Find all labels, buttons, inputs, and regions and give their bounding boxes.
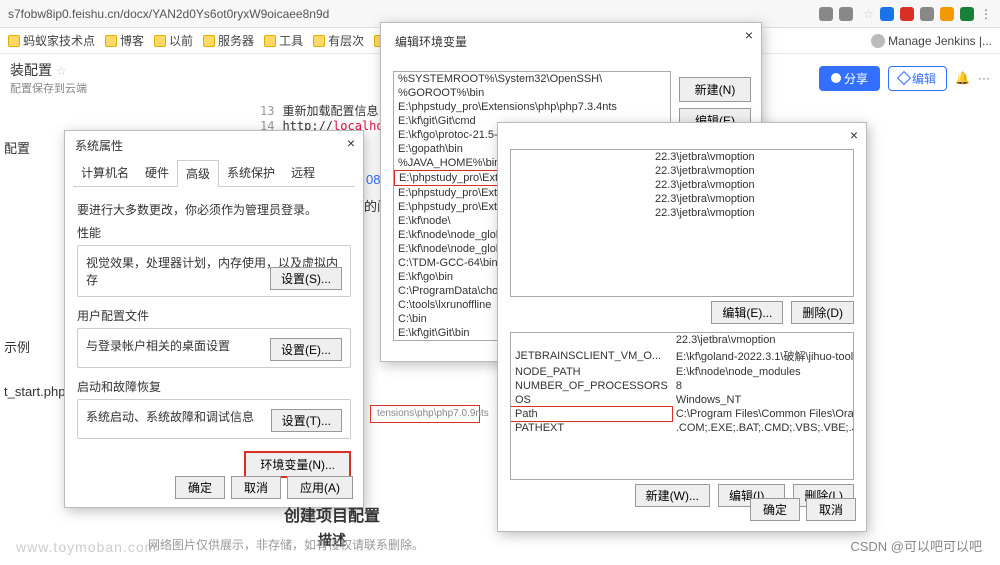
new-button[interactable]: 新建(N) [679, 77, 751, 102]
tab-advanced[interactable]: 高级 [177, 160, 219, 187]
bookmark-item[interactable]: 工具 [264, 32, 303, 49]
dialog-title: 编辑环境变量 [387, 29, 755, 54]
table-row[interactable]: 22.3\jetbra\vmoption [511, 333, 854, 347]
heading-create-config: 创建项目配置 [232, 502, 432, 526]
outline-item[interactable]: t_start.php [4, 384, 60, 399]
folder-icon [154, 35, 166, 47]
highlight-box: tensions\php\php7.0.9nts [370, 405, 480, 423]
outline-item[interactable]: 示例 [4, 337, 60, 356]
ext-icon[interactable] [900, 7, 914, 21]
startup-settings-button[interactable]: 设置(T)... [271, 409, 342, 432]
bookmark-item[interactable]: 蚂蚁家技术点 [8, 32, 95, 49]
bookmark-item[interactable]: 有层次 [313, 32, 364, 49]
delete-button[interactable]: 删除(D) [791, 301, 854, 324]
share-button[interactable]: 分享 [819, 66, 880, 91]
env-path-item[interactable]: %SYSTEMROOT%\System32\OpenSSH\ [394, 72, 670, 86]
perf-label: 性能 [77, 226, 101, 240]
perf-settings-button[interactable]: 设置(S)... [270, 267, 342, 290]
star-icon[interactable]: ☆ [56, 64, 67, 78]
table-row[interactable]: OSWindows_NT [511, 393, 854, 407]
bookmark-item[interactable]: 以前 [154, 32, 193, 49]
jenkins-icon [871, 34, 885, 48]
close-icon[interactable]: × [347, 135, 355, 151]
folder-icon [264, 35, 276, 47]
table-row[interactable]: 22.3\jetbra\vmoption [511, 150, 853, 164]
doc-title: 装配置 [10, 62, 52, 78]
user-vars-table[interactable]: 22.3\jetbra\vmoption22.3\jetbra\vmoption… [510, 149, 854, 297]
bookmark-star-icon[interactable]: ☆ [863, 7, 874, 21]
url-text: s7fobw8ip0.feishu.cn/docx/YAN2d0Ys6ot0ry… [8, 7, 813, 21]
folder-icon [8, 35, 20, 47]
table-row[interactable]: 22.3\jetbra\vmoption [511, 192, 853, 206]
ok-button[interactable]: 确定 [175, 476, 225, 499]
folder-icon [203, 35, 215, 47]
browser-extension-icons: ☆ ⋮ [819, 7, 992, 21]
new-button[interactable]: 新建(W)... [635, 484, 710, 507]
ext-icon[interactable] [940, 7, 954, 21]
profile-label: 用户配置文件 [77, 309, 149, 323]
environment-variables-button[interactable]: 环境变量(N)... [244, 451, 351, 478]
bell-icon[interactable]: 🔔 [955, 71, 970, 85]
dialog-title: 系统属性 [65, 131, 363, 160]
menu-dots-icon[interactable]: ⋮ [980, 7, 992, 21]
edit-button[interactable]: 编辑(E)... [711, 301, 783, 324]
ok-button[interactable]: 确定 [750, 498, 800, 521]
more-icon[interactable]: ··· [978, 71, 990, 85]
person-icon [831, 73, 841, 83]
share-icon[interactable] [839, 7, 853, 21]
env-path-item[interactable]: E:\phpstudy_pro\Extensions\php\php7.3.4n… [394, 100, 670, 114]
tab-hardware[interactable]: 硬件 [137, 160, 177, 186]
system-vars-table[interactable]: 22.3\jetbra\vmoptionJETBRAINSCLIENT_VM_O… [510, 332, 854, 480]
ext-icon[interactable] [920, 7, 934, 21]
tab-computer-name[interactable]: 计算机名 [73, 160, 137, 186]
watermark: www.toymoban.com [16, 539, 157, 555]
close-icon[interactable]: × [850, 127, 858, 143]
tab-system-protection[interactable]: 系统保护 [219, 160, 283, 186]
ext-icon[interactable] [880, 7, 894, 21]
bookmark-jenkins[interactable]: Manage Jenkins |... [871, 34, 992, 48]
table-row[interactable]: JETBRAINSCLIENT_VM_O...E:\kf\goland-2022… [511, 347, 854, 365]
performance-group: 视觉效果，处理器计划，内存使用，以及虚拟内存 设置(S)... [77, 245, 351, 297]
cancel-button[interactable]: 取消 [806, 498, 856, 521]
pencil-icon [897, 70, 911, 84]
edit-button[interactable]: 编辑 [888, 66, 947, 91]
doc-outline: 配置 示例 t_start.php [0, 110, 60, 427]
system-properties-dialog: 系统属性 × 计算机名 硬件 高级 系统保护 远程 要进行大多数更改，你必须作为… [64, 130, 364, 508]
table-row[interactable]: PathC:\Program Files\Common Files\Oracle… [511, 407, 854, 421]
tab-remote[interactable]: 远程 [283, 160, 323, 186]
csdn-attribution: CSDN @可以吧可以吧 [850, 536, 982, 555]
folder-icon [313, 35, 325, 47]
profile-settings-button[interactable]: 设置(E)... [270, 338, 342, 361]
bookmark-item[interactable]: 服务器 [203, 32, 254, 49]
admin-note: 要进行大多数更改，你必须作为管理员登录。 [77, 201, 351, 218]
table-row[interactable]: PATHEXT.COM;.EXE;.BAT;.CMD;.VBS;.VBE;.JS… [511, 421, 854, 435]
code-text: 重新加载配置信息 [282, 104, 378, 118]
close-icon[interactable]: × [745, 27, 753, 43]
outline-item[interactable]: 配置 [4, 138, 60, 157]
table-row[interactable]: 22.3\jetbra\vmoption [511, 206, 853, 220]
copyright-note: 网络图片仅供展示，非存储，如有侵权请联系删除。 [148, 536, 424, 553]
ext-icon[interactable] [960, 7, 974, 21]
env-path-item[interactable]: %GOROOT%\bin [394, 86, 670, 100]
doc-subtitle: 配置保存到云端 [10, 80, 87, 96]
table-row[interactable]: 22.3\jetbra\vmoption [511, 164, 853, 178]
table-row[interactable]: NODE_PATHE:\kf\node\node_modules [511, 365, 854, 379]
profile-group: 与登录帐户相关的桌面设置 设置(E)... [77, 328, 351, 368]
environment-variables-dialog: × 22.3\jetbra\vmoption22.3\jetbra\vmopti… [497, 122, 867, 532]
startup-group: 系统启动、系统故障和调试信息 设置(T)... [77, 399, 351, 439]
startup-label: 启动和故障恢复 [77, 380, 161, 394]
ext-icon[interactable] [819, 7, 833, 21]
bookmark-item[interactable]: 博客 [105, 32, 144, 49]
table-row[interactable]: NUMBER_OF_PROCESSORS8 [511, 379, 854, 393]
table-row[interactable]: 22.3\jetbra\vmoption [511, 178, 853, 192]
sysprop-tabs: 计算机名 硬件 高级 系统保护 远程 [73, 160, 355, 187]
folder-icon [105, 35, 117, 47]
